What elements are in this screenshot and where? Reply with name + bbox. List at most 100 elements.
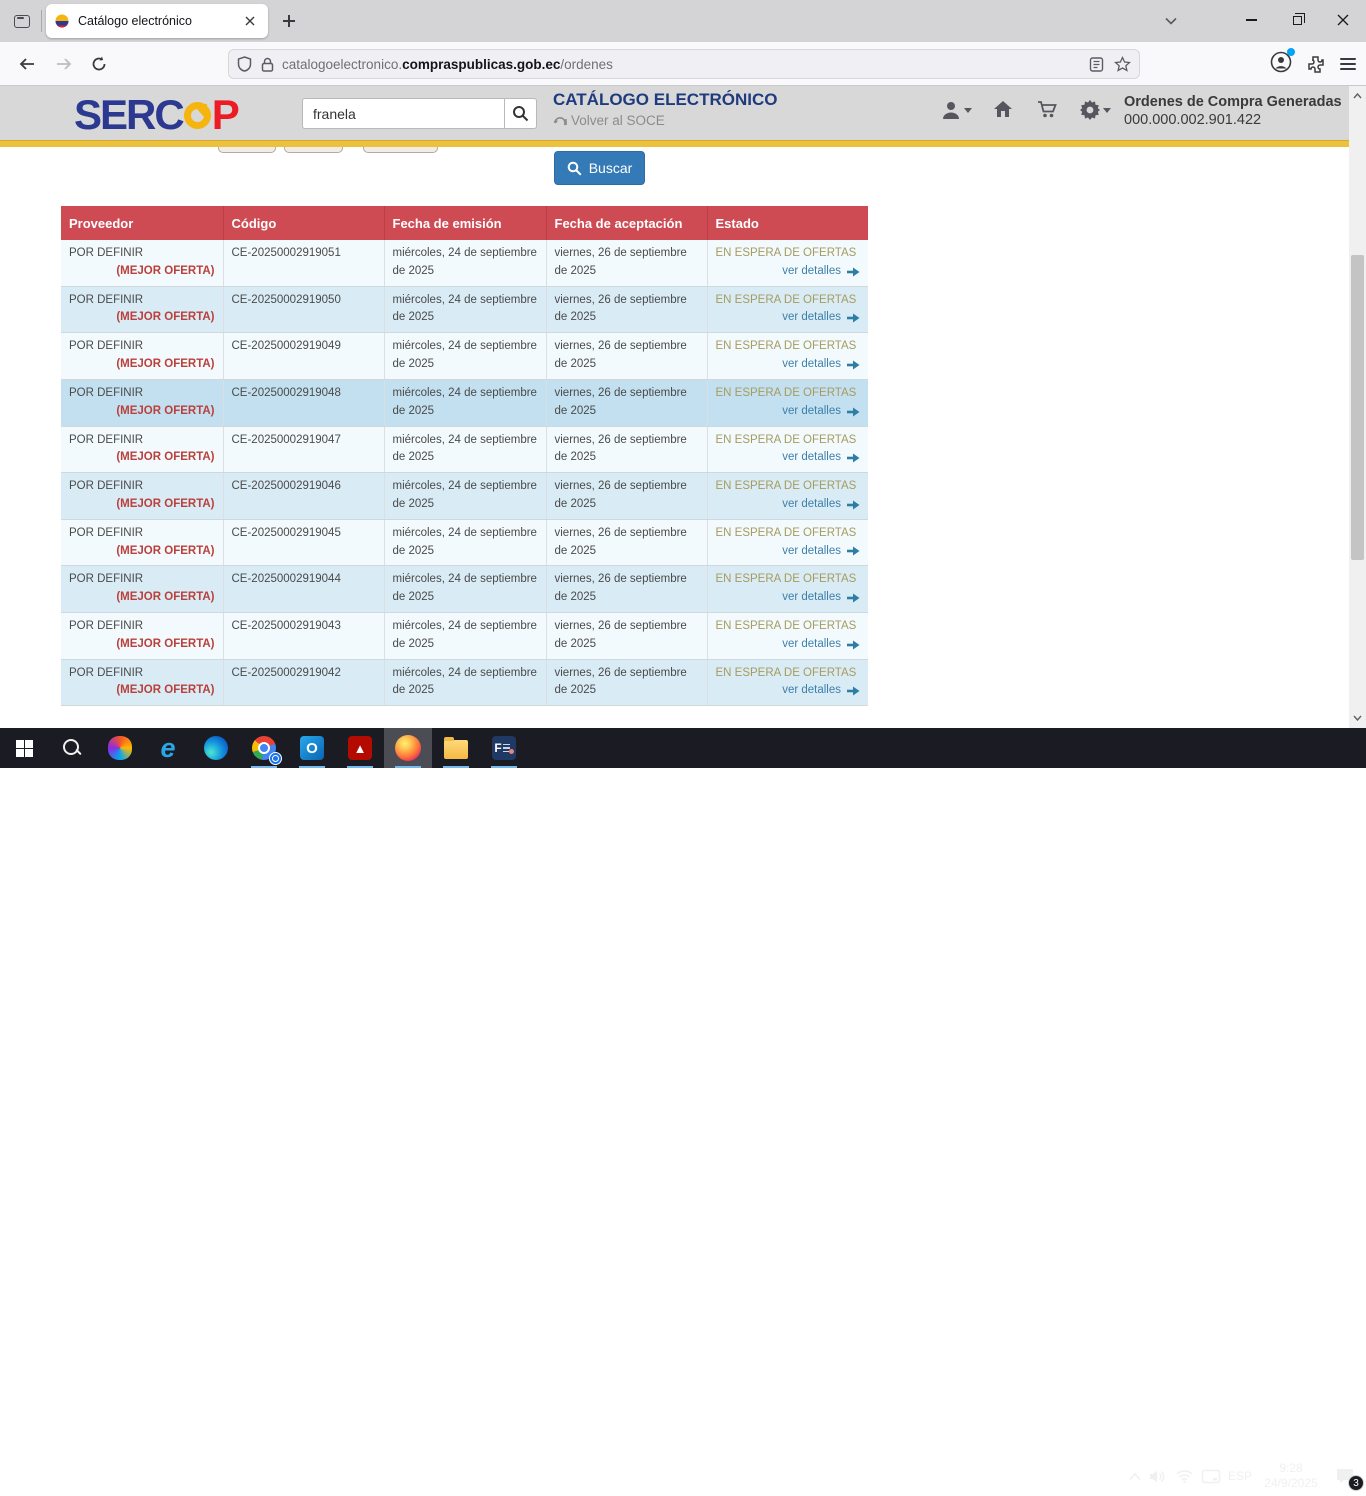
chrome-button[interactable] [240,728,288,768]
clock[interactable]: 9:28 24/9/2025 [1259,1461,1323,1491]
reload-button[interactable] [84,49,114,79]
ver-detalles-link[interactable]: ver detalles [716,356,861,374]
order-row[interactable]: POR DEFINIR (MEJOR OFERTA) CE-2025000291… [61,613,868,660]
start-button[interactable] [0,728,48,768]
order-row[interactable]: POR DEFINIR (MEJOR OFERTA) CE-2025000291… [61,333,868,380]
internet-explorer-icon: e [160,736,175,760]
settings-menu-button[interactable] [1080,100,1111,120]
ver-detalles-link[interactable]: ver detalles [716,263,861,281]
close-button[interactable] [1320,0,1366,40]
tab-divider [41,10,42,32]
order-row[interactable]: POR DEFINIR (MEJOR OFERTA) CE-2025000291… [61,659,868,706]
ver-detalles-label: ver detalles [782,496,841,514]
provider-note: (MEJOR OFERTA) [69,636,215,654]
copilot-button[interactable] [96,728,144,768]
cell-fecha-aceptacion: viernes, 26 de septiembre de 2025 [546,659,707,706]
menu-hamburger-icon[interactable] [1340,58,1356,70]
cell-fecha-aceptacion: viernes, 26 de septiembre de 2025 [546,519,707,566]
estado-label: EN ESPERA DE OFERTAS [716,478,861,496]
order-row[interactable]: POR DEFINIR (MEJOR OFERTA) CE-2025000291… [61,240,868,286]
order-row[interactable]: POR DEFINIR (MEJOR OFERTA) CE-2025000291… [61,379,868,426]
search-button[interactable] [504,98,537,129]
firefox-view-button[interactable] [8,8,36,34]
minimize-button[interactable] [1228,0,1274,40]
filter-button-stub[interactable] [284,147,343,153]
firefox-button[interactable] [384,728,432,768]
wifi-icon[interactable] [1175,1469,1194,1483]
edge-button[interactable] [192,728,240,768]
ver-detalles-link[interactable]: ver detalles [716,682,861,700]
scroll-up-icon[interactable] [1349,88,1366,104]
cell-fecha-emision: miércoles, 24 de septiembre de 2025 [384,473,546,520]
taskbar-search-button[interactable] [48,728,96,768]
ver-detalles-link[interactable]: ver detalles [716,496,861,514]
language-indicator[interactable]: ESP [1228,1469,1252,1483]
estado-label: EN ESPERA DE OFERTAS [716,618,861,636]
arrow-right-icon [846,360,860,370]
cell-proveedor: POR DEFINIR (MEJOR OFERTA) [61,613,223,660]
cast-icon[interactable] [1201,1469,1221,1484]
tab-close-icon[interactable] [240,11,260,31]
order-row[interactable]: POR DEFINIR (MEJOR OFERTA) CE-2025000291… [61,426,868,473]
firefox-account-button[interactable] [1270,51,1292,78]
volume-icon[interactable] [1149,1469,1168,1484]
account-label: Ordenes de Compra Generadas [1124,94,1342,110]
home-button[interactable] [993,100,1013,118]
bookmark-star-icon[interactable] [1114,56,1131,72]
order-row[interactable]: POR DEFINIR (MEJOR OFERTA) CE-2025000291… [61,519,868,566]
ver-detalles-label: ver detalles [782,589,841,607]
filter-button-stub[interactable] [218,147,276,153]
vertical-scrollbar[interactable] [1349,86,1366,728]
ver-detalles-link[interactable]: ver detalles [716,403,861,421]
order-row[interactable]: POR DEFINIR (MEJOR OFERTA) CE-2025000291… [61,566,868,613]
cell-fecha-aceptacion: viernes, 26 de septiembre de 2025 [546,473,707,520]
internet-explorer-button[interactable]: e [144,728,192,768]
ver-detalles-link[interactable]: ver detalles [716,449,861,467]
firefox-icon [395,735,421,761]
chevron-down-icon [1165,17,1177,25]
acrobat-button[interactable]: ▲ [336,728,384,768]
f-app-button[interactable]: F [480,728,528,768]
volver-soce-link[interactable]: Volver al SOCE [553,113,665,128]
ver-detalles-label: ver detalles [782,309,841,327]
ver-detalles-link[interactable]: ver detalles [716,543,861,561]
extensions-puzzle-icon[interactable] [1306,54,1326,74]
provider-name: POR DEFINIR [69,432,215,450]
cell-codigo: CE-20250002919049 [223,333,384,380]
action-center-button[interactable]: 3 [1330,1463,1360,1489]
forward-button[interactable] [49,49,79,79]
browser-tab[interactable]: Catálogo electrónico [46,4,268,38]
order-row[interactable]: POR DEFINIR (MEJOR OFERTA) CE-2025000291… [61,473,868,520]
user-menu-button[interactable] [941,100,972,120]
tray-chevron-up-icon[interactable] [1128,1472,1142,1481]
filter-button-stub[interactable] [363,147,438,153]
volver-soce-label: Volver al SOCE [571,113,665,128]
arrow-right-icon [846,593,860,603]
search-input[interactable] [302,98,504,129]
provider-name: POR DEFINIR [69,525,215,543]
provider-name: POR DEFINIR [69,245,215,263]
estado-label: EN ESPERA DE OFERTAS [716,571,861,589]
scrollbar-thumb[interactable] [1351,255,1364,560]
new-tab-button[interactable] [276,8,302,34]
cell-fecha-emision: miércoles, 24 de septiembre de 2025 [384,519,546,566]
buscar-button[interactable]: Buscar [554,151,645,185]
cell-fecha-emision: miércoles, 24 de septiembre de 2025 [384,379,546,426]
provider-name: POR DEFINIR [69,618,215,636]
outlook-button[interactable]: O [288,728,336,768]
cell-proveedor: POR DEFINIR (MEJOR OFERTA) [61,473,223,520]
order-row[interactable]: POR DEFINIR (MEJOR OFERTA) CE-2025000291… [61,286,868,333]
ver-detalles-link[interactable]: ver detalles [716,309,861,327]
cart-button[interactable] [1037,100,1058,119]
orders-table-body: POR DEFINIR (MEJOR OFERTA) CE-2025000291… [61,240,868,706]
scroll-down-icon[interactable] [1349,710,1366,726]
list-all-tabs-button[interactable] [1156,8,1186,34]
file-explorer-button[interactable] [432,728,480,768]
url-bar[interactable]: catalogoelectronico.compraspublicas.gob.… [228,49,1140,79]
ver-detalles-link[interactable]: ver detalles [716,636,861,654]
reader-view-icon[interactable] [1089,57,1104,72]
ver-detalles-link[interactable]: ver detalles [716,589,861,607]
back-button[interactable] [12,49,42,79]
restore-button[interactable] [1274,0,1320,40]
ver-detalles-label: ver detalles [782,263,841,281]
